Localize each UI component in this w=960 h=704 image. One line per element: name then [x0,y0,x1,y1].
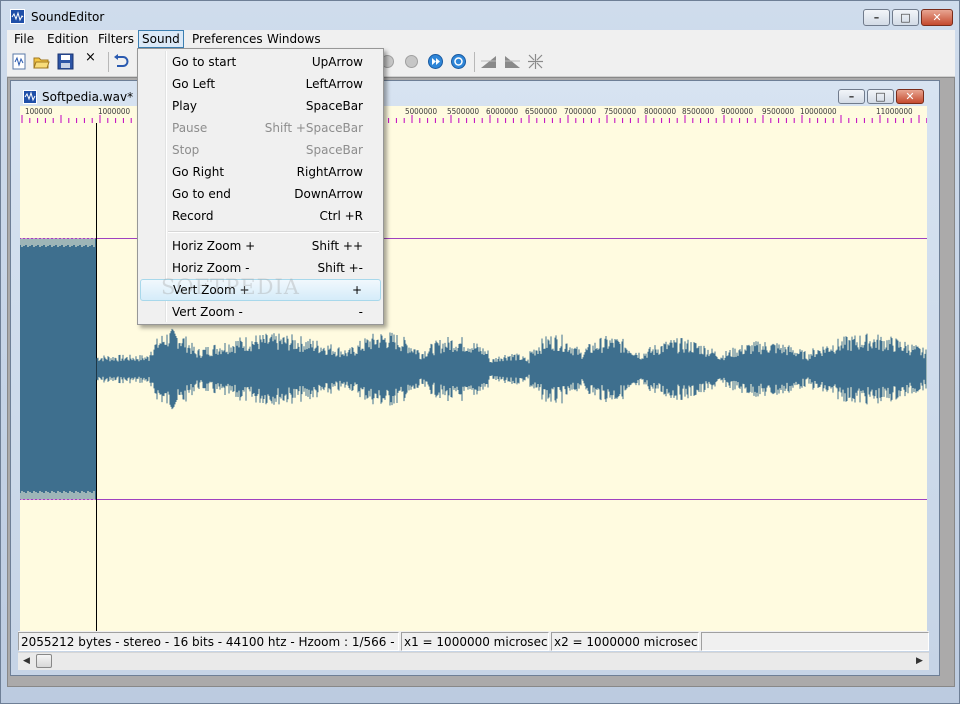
ruler-label: 5000000 [405,107,438,116]
ruler-label: 100000 [25,107,53,116]
open-folder-icon[interactable] [33,53,50,70]
status-x1: x1 = 1000000 microsec. [401,632,549,651]
ruler-label: 8500000 [682,107,715,116]
menu-item-shortcut: Shift ++ [311,239,363,253]
menu-item-label: Play [172,99,198,113]
menu-item-go-to-end[interactable]: Go to end DownArrow [140,183,381,205]
ruler-label: 7000000 [564,107,597,116]
doc-close-button[interactable]: ✕ [896,89,924,104]
ruler-label: 9000000 [721,107,754,116]
ruler-label: 8000000 [644,107,677,116]
menu-item-label: Vert Zoom - [172,305,243,319]
status-x2: x2 = 1000000 microsec. [551,632,699,651]
menu-item-record[interactable]: Record Ctrl +R [140,205,381,227]
menu-bar: File Edition Filters Sound Preferences W… [7,30,955,48]
horizontal-scrollbar[interactable]: ◀ ▶ [18,652,929,670]
menu-item-label: Go Right [172,165,225,179]
menu-item-go-to-start[interactable]: Go to start UpArrow [140,51,381,73]
resize-icon[interactable] [527,53,544,70]
scroll-thumb[interactable] [36,654,52,668]
fade-in-icon[interactable] [480,53,497,70]
app-waveform-icon [10,9,25,24]
doc-maximize-button[interactable]: □ [867,89,894,104]
menu-item-label: Stop [172,143,200,157]
close-button[interactable]: ✕ [921,9,953,26]
ruler-label: 11000000 [876,107,913,116]
maximize-icon: □ [875,90,886,103]
menu-edition[interactable]: Edition [44,30,92,48]
title-bar[interactable]: SoundEditor – □ ✕ [1,1,959,31]
ruler-label: 7500000 [604,107,637,116]
toolbar-separator [474,52,475,72]
minimize-icon: – [848,90,855,103]
menu-item-shortcut: LeftArrow [305,77,363,91]
fade-out-icon[interactable] [504,53,521,70]
maximize-icon: □ [900,11,911,24]
fast-forward-icon[interactable] [427,53,444,70]
menu-item-label: Go to end [172,187,231,201]
menu-item-shortcut: - [358,305,363,319]
close-icon: ✕ [932,11,942,24]
new-wave-icon[interactable] [11,53,28,70]
close-x-icon[interactable]: × [85,50,102,67]
scroll-left-icon[interactable]: ◀ [18,653,35,670]
menu-item-horiz-zoom-in[interactable]: Horiz Zoom + Shift ++ [140,235,381,257]
ruler-label: 9500000 [762,107,795,116]
menu-item-label: Go to start [172,55,237,69]
menu-item-label: Record [172,209,214,223]
save-icon[interactable] [57,53,74,70]
menu-item-shortcut: SpaceBar [305,143,363,157]
window-title: SoundEditor [31,10,105,24]
main-window: SoundEditor – □ ✕ File Edition Filters S… [0,0,960,704]
minimize-button[interactable]: – [863,9,890,26]
menu-preferences[interactable]: Preferences [189,30,266,48]
menu-item-shortcut: SpaceBar [305,99,363,113]
loop-icon[interactable] [450,53,467,70]
ruler-label: 10000000 [800,107,837,116]
ruler-label: 1000000 [98,107,131,116]
menu-item-shortcut: Ctrl +R [319,209,363,223]
menu-filters[interactable]: Filters [95,30,137,48]
menu-item-shortcut: + [351,283,362,297]
document-title: Softpedia.wav* [42,90,134,104]
menu-file[interactable]: File [11,30,37,48]
menu-item-shortcut: Shift +- [317,261,363,275]
menu-item-label: Pause [172,121,208,135]
menu-windows[interactable]: Windows [264,30,324,48]
menu-item-shortcut: Shift +SpaceBar [264,121,363,135]
doc-minimize-button[interactable]: – [838,89,865,104]
menu-item-go-right[interactable]: Go Right RightArrow [140,161,381,183]
undo-icon[interactable] [112,53,129,70]
menu-item-pause: Pause Shift +SpaceBar [140,117,381,139]
document-waveform-icon [23,90,37,104]
menu-item-shortcut: RightArrow [296,165,363,179]
menu-item-vert-zoom-out[interactable]: Vert Zoom - - [140,301,381,323]
scroll-right-icon[interactable]: ▶ [911,653,928,670]
menu-item-go-left[interactable]: Go Left LeftArrow [140,73,381,95]
status-file-info: 2055212 bytes - stereo - 16 bits - 44100… [18,632,399,651]
ruler-label: 5500000 [447,107,480,116]
menu-sound[interactable]: Sound [138,30,184,48]
ruler-label: 6500000 [525,107,558,116]
menu-separator [168,231,379,233]
menu-item-label: Go Left [172,77,216,91]
menu-item-label: Horiz Zoom + [172,239,256,253]
menu-item-play[interactable]: Play SpaceBar [140,95,381,117]
status-empty-pane [701,632,929,651]
stop-icon[interactable] [403,53,420,70]
softpedia-watermark: SOFTPEDIA [161,275,300,299]
menu-item-shortcut: UpArrow [311,55,363,69]
sound-menu: Go to start UpArrow Go Left LeftArrow Play… [137,48,384,325]
status-bar: 2055212 bytes - stereo - 16 bits - 44100… [18,631,929,651]
menu-item-shortcut: DownArrow [294,187,363,201]
maximize-button[interactable]: □ [892,9,919,26]
minimize-icon: – [873,11,880,24]
toolbar-separator [108,52,109,72]
menu-item-stop: Stop SpaceBar [140,139,381,161]
ruler-label: 6000000 [486,107,519,116]
close-icon: ✕ [905,90,915,103]
